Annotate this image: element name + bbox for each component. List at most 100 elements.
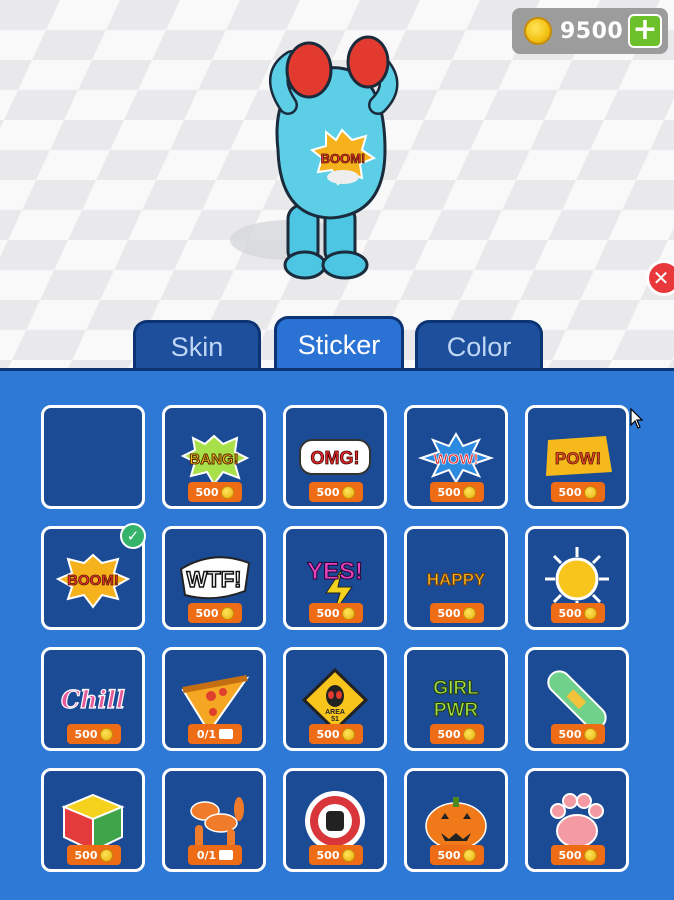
svg-text:51: 51 (331, 716, 339, 723)
coin-icon (463, 727, 477, 741)
price-label: 500 (195, 606, 219, 620)
coin-icon (342, 848, 356, 862)
price-label: 0/1 (196, 727, 217, 741)
tab-color[interactable]: Color (415, 320, 543, 374)
coin-icon (463, 848, 477, 862)
svg-text:GIRL: GIRL (433, 678, 479, 699)
selected-check-icon: ✓ (120, 523, 146, 549)
sticker-cell-omg[interactable]: OMG! 500 (283, 405, 387, 509)
category-tabs: Skin Color Sticker (0, 316, 674, 374)
price-tag: 500 (309, 845, 363, 865)
price-label: 500 (558, 848, 582, 862)
price-tag: 500 (551, 845, 605, 865)
close-icon[interactable]: ✕ (646, 260, 674, 296)
price-tag: 500 (430, 603, 484, 623)
character-preview: BOOM! 9500 + ✕ (0, 0, 674, 370)
coin-icon (584, 727, 598, 741)
coin-icon (221, 485, 235, 499)
price-tag: 500 (309, 482, 363, 502)
price-label: 500 (195, 485, 219, 499)
sticker-cell-boom[interactable]: BOOM! ✓ (41, 523, 146, 630)
sticker-cell-girl-pwr[interactable]: GIRL PWR 500 (404, 647, 508, 751)
sticker-cell-happy[interactable]: HAPPY 500 (404, 526, 508, 630)
price-label: 500 (316, 606, 340, 620)
currency-display: 9500 + (512, 8, 668, 54)
svg-text:BANG!: BANG! (189, 451, 238, 468)
coin-icon (524, 17, 552, 45)
price-tag: 500 (551, 724, 605, 744)
coin-icon (463, 606, 477, 620)
price-label: 500 (316, 727, 340, 741)
sticker-cell-rubiks-cube[interactable]: 500 (41, 768, 145, 872)
price-tag: 500 (309, 724, 363, 744)
sticker-cell-balloon-dog[interactable]: 0/1 (162, 768, 266, 872)
sticker-cell-chill[interactable]: Chill 500 (41, 647, 145, 751)
price-tag: 500 (309, 603, 363, 623)
price-tag: 500 (67, 724, 121, 744)
svg-text:OMG!: OMG! (311, 448, 360, 468)
sticker-cell-fist[interactable]: 500 (283, 768, 387, 872)
coin-icon (463, 485, 477, 499)
price-label: 500 (558, 727, 582, 741)
price-tag: 500 (551, 603, 605, 623)
price-label: 500 (316, 848, 340, 862)
price-label: 500 (437, 485, 461, 499)
character[interactable]: BOOM! (0, 0, 674, 370)
coin-icon (221, 606, 235, 620)
price-label: 500 (437, 848, 461, 862)
svg-text:Chill: Chill (61, 685, 125, 714)
price-tag: 500 (551, 482, 605, 502)
price-label: 500 (437, 727, 461, 741)
mouse-cursor-icon (630, 408, 644, 429)
svg-text:HAPPY: HAPPY (427, 570, 486, 589)
svg-text:WTF!: WTF! (187, 567, 242, 592)
price-tag: 0/1 (188, 845, 242, 865)
price-label: 500 (558, 485, 582, 499)
ticket-icon (219, 850, 234, 860)
price-label: 0/1 (196, 848, 217, 862)
sticker-grid-panel: BANG! 500 OMG! 500 WOW! 500 POW! 500 BOOM! ✓ WTF! 5… (0, 368, 674, 900)
price-tag: 0/1 (188, 724, 242, 744)
ticket-icon (219, 729, 234, 739)
price-tag: 500 (188, 603, 242, 623)
sticker-cell-paw[interactable]: 500 (525, 768, 629, 872)
coin-icon (342, 485, 356, 499)
sticker-cell-area-51[interactable]: AREA 51 500 (283, 647, 387, 751)
add-coins-button[interactable]: + (628, 14, 662, 48)
sticker-cell-wow[interactable]: WOW! 500 (404, 405, 508, 509)
tab-skin[interactable]: Skin (133, 320, 261, 374)
price-tag: 500 (430, 482, 484, 502)
svg-text:POW!: POW! (555, 449, 601, 468)
sticker-cell-bang[interactable]: BANG! 500 (162, 405, 266, 509)
price-label: 500 (74, 848, 98, 862)
coin-icon (584, 848, 598, 862)
price-tag: 500 (430, 724, 484, 744)
coin-amount: 9500 (560, 18, 624, 44)
coin-icon (584, 485, 598, 499)
price-tag: 500 (67, 845, 121, 865)
price-label: 500 (437, 606, 461, 620)
coin-icon (100, 727, 114, 741)
sticker-cell-sun[interactable]: 500 (525, 526, 629, 630)
sticker-cell-pumpkin[interactable]: 500 (404, 768, 508, 872)
price-tag: 500 (188, 482, 242, 502)
svg-text:BOOM!: BOOM! (67, 572, 119, 589)
coin-icon (342, 727, 356, 741)
sticker-cell-pow[interactable]: POW! 500 (525, 405, 629, 509)
sticker-cell-wtf[interactable]: WTF! 500 (162, 526, 266, 630)
sticker-cell-skateboard[interactable]: 500 (525, 647, 629, 751)
price-label: 500 (74, 727, 98, 741)
coin-icon (584, 606, 598, 620)
svg-text:YES!: YES! (307, 558, 363, 585)
svg-text:PWR: PWR (434, 700, 479, 721)
price-tag: 500 (430, 845, 484, 865)
tab-sticker[interactable]: Sticker (274, 316, 404, 374)
coin-icon (342, 606, 356, 620)
price-label: 500 (558, 606, 582, 620)
chest-sticker-label: BOOM! (321, 151, 366, 166)
coin-icon (100, 848, 114, 862)
sticker-cell-yes[interactable]: YES! 500 (283, 526, 387, 630)
sticker-cell-empty[interactable] (41, 405, 145, 509)
sticker-cell-pizza[interactable]: 0/1 (162, 647, 266, 751)
svg-text:AREA: AREA (325, 709, 345, 716)
